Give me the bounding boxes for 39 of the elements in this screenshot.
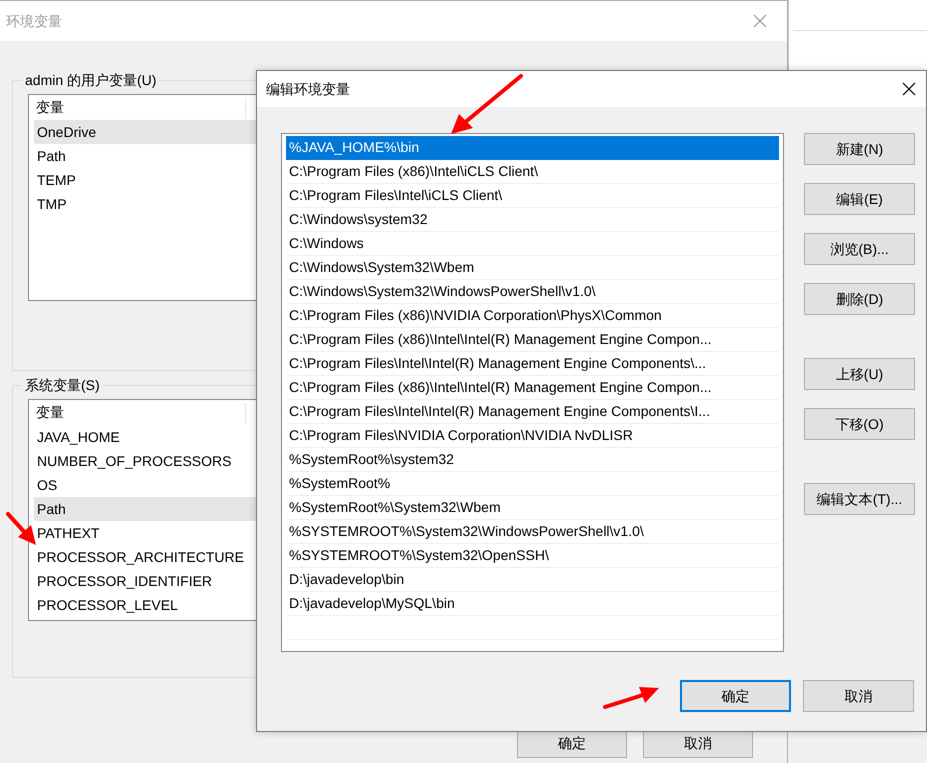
- list-row[interactable]: C:\Windows\System32\WindowsPowerShell\v1.0\: [286, 280, 779, 304]
- list-row[interactable]: %SystemRoot%\System32\Wbem: [286, 496, 779, 520]
- window-title: 环境变量: [6, 12, 62, 30]
- group-label: 系统变量(S): [24, 376, 101, 394]
- list-row[interactable]: C:\Program Files (x86)\Intel\iCLS Client\: [286, 160, 779, 184]
- list-row[interactable]: C:\Program Files (x86)\Intel\Intel(R) Management Engine Compon...: [286, 376, 779, 400]
- list-row[interactable]: C:\Program Files\Intel\Intel(R) Management Engine Components\I...: [286, 400, 779, 424]
- side-button[interactable]: 编辑(E): [804, 183, 915, 215]
- list-row[interactable]: C:\Program Files\Intel\iCLS Client\: [286, 184, 779, 208]
- annotation-arrow: [603, 685, 661, 711]
- dialog-title: 编辑环境变量: [266, 80, 350, 98]
- list-row[interactable]: %SystemRoot%: [286, 472, 779, 496]
- side-button[interactable]: 上移(U): [804, 358, 915, 390]
- side-button[interactable]: 删除(D): [804, 283, 915, 315]
- list-row[interactable]: C:\Windows\System32\Wbem: [286, 256, 779, 280]
- side-button[interactable]: 浏览(B)...: [804, 233, 915, 265]
- dialog-button[interactable]: 取消: [803, 680, 914, 712]
- column-header: 变量: [35, 403, 65, 422]
- list-row[interactable]: %SYSTEMROOT%\System32\OpenSSH\: [286, 544, 779, 568]
- side-button[interactable]: 新建(N): [804, 133, 915, 165]
- list-row[interactable]: %JAVA_HOME%\bin: [286, 136, 779, 160]
- side-button[interactable]: 下移(O): [804, 408, 915, 440]
- annotation-arrow: [5, 511, 37, 547]
- close-icon: [753, 14, 767, 28]
- group-label: admin 的用户变量(U): [24, 71, 158, 89]
- column-header: 变量: [35, 98, 65, 117]
- list-row[interactable]: C:\Windows: [286, 232, 779, 256]
- side-button[interactable]: 编辑文本(T)...: [804, 483, 915, 515]
- list-row[interactable]: C:\Program Files\NVIDIA Corporation\NVIDIA NvDLISR: [286, 424, 779, 448]
- list-row[interactable]: D:\javadevelop\MySQL\bin: [286, 592, 779, 616]
- list-row[interactable]: C:\Program Files (x86)\Intel\Intel(R) Management Engine Compon...: [286, 328, 779, 352]
- list-row[interactable]: %SYSTEMROOT%\System32\WindowsPowerShell\v1.0\: [286, 520, 779, 544]
- list-row[interactable]: C:\Windows\system32: [286, 208, 779, 232]
- list-row[interactable]: C:\Program Files (x86)\NVIDIA Corporation\PhysX\Common: [286, 304, 779, 328]
- dialog-button[interactable]: 确定: [680, 680, 791, 712]
- list-row[interactable]: C:\Program Files\Intel\Intel(R) Management Engine Components\...: [286, 352, 779, 376]
- list-row[interactable]: D:\javadevelop\bin: [286, 568, 779, 592]
- list-row[interactable]: %SystemRoot%\system32: [286, 448, 779, 472]
- close-icon: [902, 82, 916, 96]
